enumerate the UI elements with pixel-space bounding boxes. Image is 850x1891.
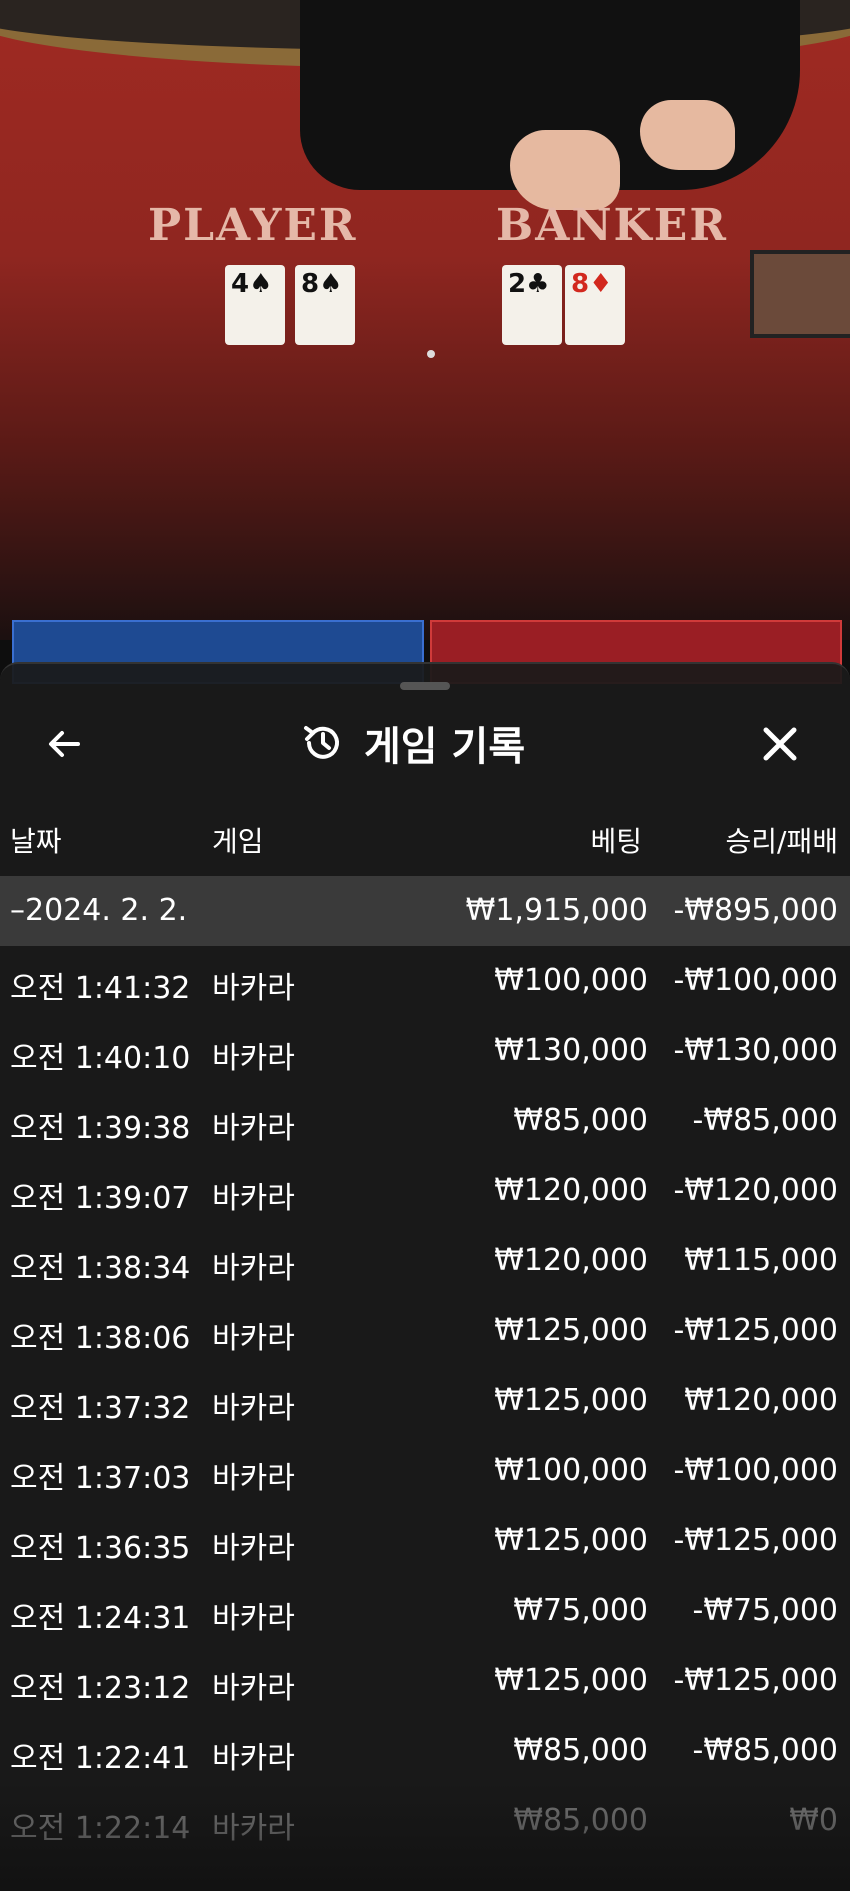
row-time: 오전 1:23:12 [10,1671,191,1706]
row-bet: ₩100,000 [494,963,648,998]
history-row[interactable]: 오전 1:24:31 바카라 ₩75,000 -₩75,000 [0,1576,850,1646]
row-result: -₩75,000 [692,1593,838,1628]
close-icon [763,727,797,761]
row-bet: ₩125,000 [494,1663,648,1698]
row-bet: ₩85,000 [513,1733,648,1768]
history-list: –2024. 2. 2. ₩1,915,000 -₩895,000 오전 1:4… [0,876,850,1856]
row-time: 오전 1:38:34 [10,1251,191,1286]
history-row[interactable]: 오전 1:23:12 바카라 ₩125,000 -₩125,000 [0,1646,850,1716]
player-label: PLAYER [148,200,358,251]
row-result: ₩120,000 [684,1383,838,1418]
page-title: 게임 기록 [364,724,526,770]
row-time: 오전 1:38:06 [10,1321,191,1356]
column-header-bet: 베팅 [590,825,642,858]
banker-card: 8♦ [565,265,625,345]
history-row[interactable]: 오전 1:39:38 바카라 ₩85,000 -₩85,000 [0,1086,850,1156]
row-game: 바카라 [212,1041,295,1076]
history-icon [304,726,339,759]
row-result: -₩100,000 [673,963,838,998]
game-history-sheet: 게임 기록 날짜 게임 베팅 승리/패배 –2024. 2. 2. ₩1,915… [0,662,850,1891]
history-row[interactable]: 오전 1:22:41 바카라 ₩85,000 -₩85,000 [0,1716,850,1786]
row-result: -₩125,000 [673,1663,838,1698]
row-game: 바카라 [212,1741,295,1776]
row-game: 바카라 [212,971,295,1006]
row-time: 오전 1:41:32 [10,971,191,1006]
row-result: -₩125,000 [673,1523,838,1558]
row-game: 바카라 [212,1461,295,1496]
row-result: ₩0 [789,1803,838,1838]
arrow-left-icon [49,731,80,757]
dealer-hand [510,130,620,210]
row-result: -₩120,000 [673,1173,838,1208]
dealer-hand [640,100,735,170]
row-bet: ₩100,000 [494,1453,648,1488]
row-time: 오전 1:37:03 [10,1461,191,1496]
date-summary-row[interactable]: –2024. 2. 2. ₩1,915,000 -₩895,000 [0,876,850,946]
summary-date: –2024. 2. 2. [10,893,188,928]
sheet-drag-handle[interactable] [400,682,450,690]
history-row[interactable]: 오전 1:39:07 바카라 ₩120,000 -₩120,000 [0,1156,850,1226]
row-bet: ₩125,000 [494,1313,648,1348]
row-result: -₩125,000 [673,1313,838,1348]
row-result: -₩130,000 [673,1033,838,1068]
player-card: 4♠ [225,265,285,345]
row-result: -₩85,000 [692,1733,838,1768]
history-row[interactable]: 오전 1:37:03 바카라 ₩100,000 -₩100,000 [0,1436,850,1506]
row-time: 오전 1:22:41 [10,1741,191,1776]
row-time: 오전 1:37:32 [10,1391,191,1426]
history-row[interactable]: 오전 1:22:14 바카라 ₩85,000 ₩0 [0,1786,850,1856]
row-game: 바카라 [212,1321,295,1356]
close-button[interactable] [756,720,804,768]
row-game: 바카라 [212,1251,295,1286]
card-shoe [750,250,850,338]
live-video: PLAYER BANKER 4♠ 8♠ 2♣ 8♦ [0,0,850,640]
sheet-title-group: 게임 기록 [300,718,525,770]
row-game: 바카라 [212,1671,295,1706]
history-row[interactable]: 오전 1:36:35 바카라 ₩125,000 -₩125,000 [0,1506,850,1576]
row-bet: ₩75,000 [513,1593,648,1628]
column-header-game: 게임 [212,825,264,858]
row-bet: ₩120,000 [494,1173,648,1208]
row-bet: ₩125,000 [494,1383,648,1418]
player-card: 8♠ [295,265,355,345]
summary-bet: ₩1,915,000 [465,893,648,928]
row-game: 바카라 [212,1181,295,1216]
history-row[interactable]: 오전 1:41:32 바카라 ₩100,000 -₩100,000 [0,946,850,1016]
row-bet: ₩120,000 [494,1243,648,1278]
row-game: 바카라 [212,1811,295,1846]
table-marker [427,350,435,358]
history-row[interactable]: 오전 1:38:34 바카라 ₩120,000 ₩115,000 [0,1226,850,1296]
row-result: -₩100,000 [673,1453,838,1488]
column-header-result: 승리/패배 [725,825,838,858]
table-header: 날짜 게임 베팅 승리/패배 [0,814,850,864]
row-time: 오전 1:40:10 [10,1041,191,1076]
row-game: 바카라 [212,1601,295,1636]
row-result: ₩115,000 [684,1243,838,1278]
row-result: -₩85,000 [692,1103,838,1138]
row-time: 오전 1:36:35 [10,1531,191,1566]
row-game: 바카라 [212,1111,295,1146]
back-button[interactable] [40,720,88,768]
row-game: 바카라 [212,1531,295,1566]
summary-result: -₩895,000 [673,893,838,928]
row-time: 오전 1:22:14 [10,1811,191,1846]
row-bet: ₩85,000 [513,1803,648,1838]
row-time: 오전 1:24:31 [10,1601,191,1636]
column-header-date: 날짜 [10,825,62,858]
sheet-header: 게임 기록 [0,704,850,784]
banker-card: 2♣ [502,265,562,345]
history-row[interactable]: 오전 1:38:06 바카라 ₩125,000 -₩125,000 [0,1296,850,1366]
row-bet: ₩130,000 [494,1033,648,1068]
history-row[interactable]: 오전 1:40:10 바카라 ₩130,000 -₩130,000 [0,1016,850,1086]
row-time: 오전 1:39:07 [10,1181,191,1216]
banker-label: BANKER [496,200,728,251]
history-row[interactable]: 오전 1:37:32 바카라 ₩125,000 ₩120,000 [0,1366,850,1436]
row-time: 오전 1:39:38 [10,1111,191,1146]
row-bet: ₩85,000 [513,1103,648,1138]
row-bet: ₩125,000 [494,1523,648,1558]
row-game: 바카라 [212,1391,295,1426]
